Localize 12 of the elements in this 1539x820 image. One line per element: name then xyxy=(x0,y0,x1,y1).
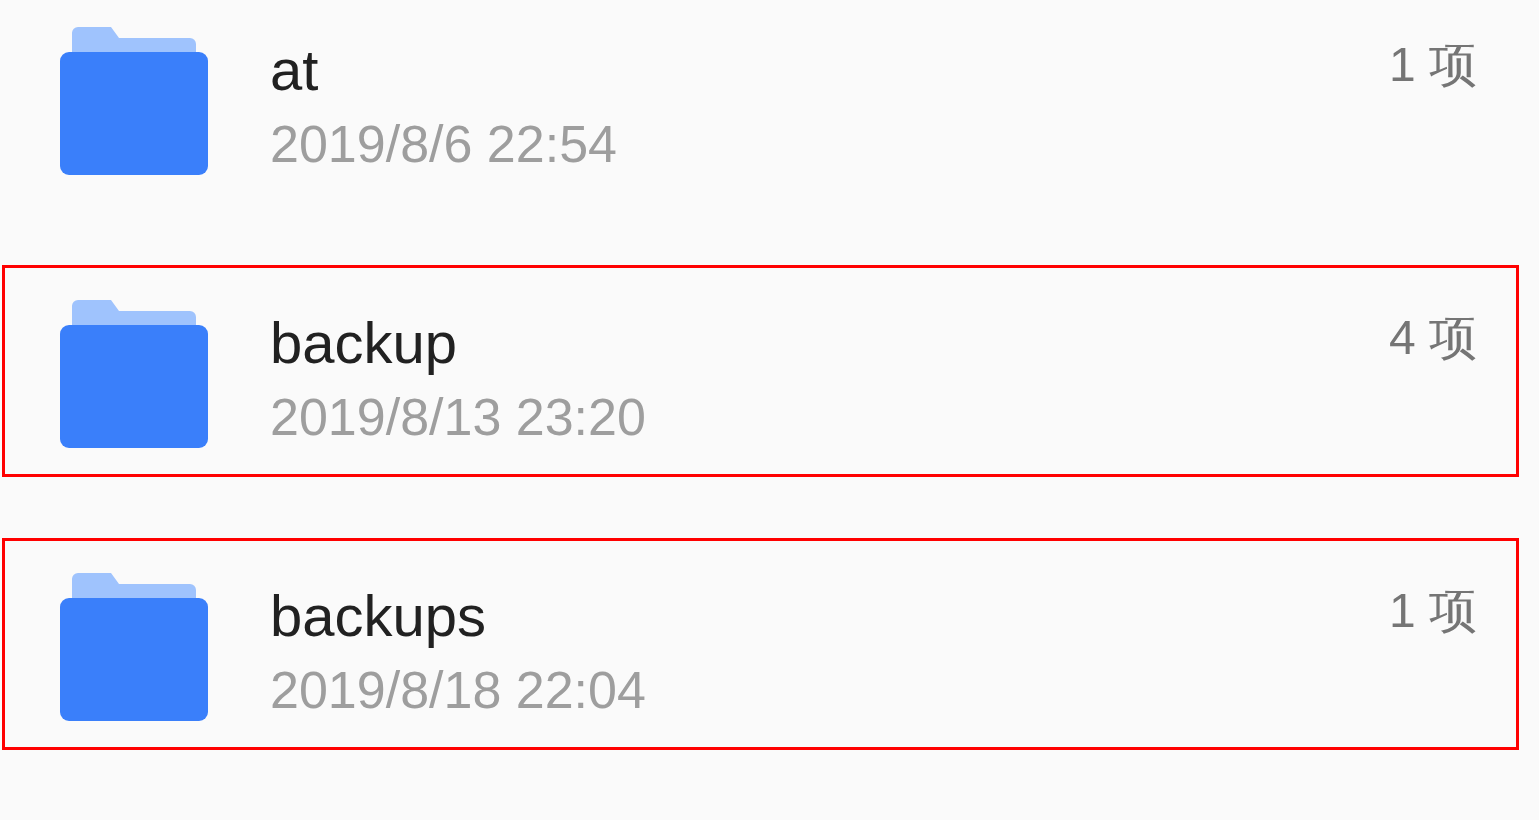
folder-icon xyxy=(60,27,208,175)
modified-date: 2019/8/6 22:54 xyxy=(270,114,617,174)
folder-name: backup xyxy=(270,310,458,376)
modified-date: 2019/8/18 22:04 xyxy=(270,660,646,720)
item-count: 4 项 xyxy=(1388,310,1477,366)
folder-icon xyxy=(60,300,208,448)
modified-date: 2019/8/13 23:20 xyxy=(270,387,646,447)
folder-name: at xyxy=(270,37,319,103)
item-count: 1 项 xyxy=(1388,37,1477,93)
folder-name: backups xyxy=(270,583,487,649)
folder-icon xyxy=(60,573,208,721)
item-count: 1 项 xyxy=(1388,583,1477,639)
